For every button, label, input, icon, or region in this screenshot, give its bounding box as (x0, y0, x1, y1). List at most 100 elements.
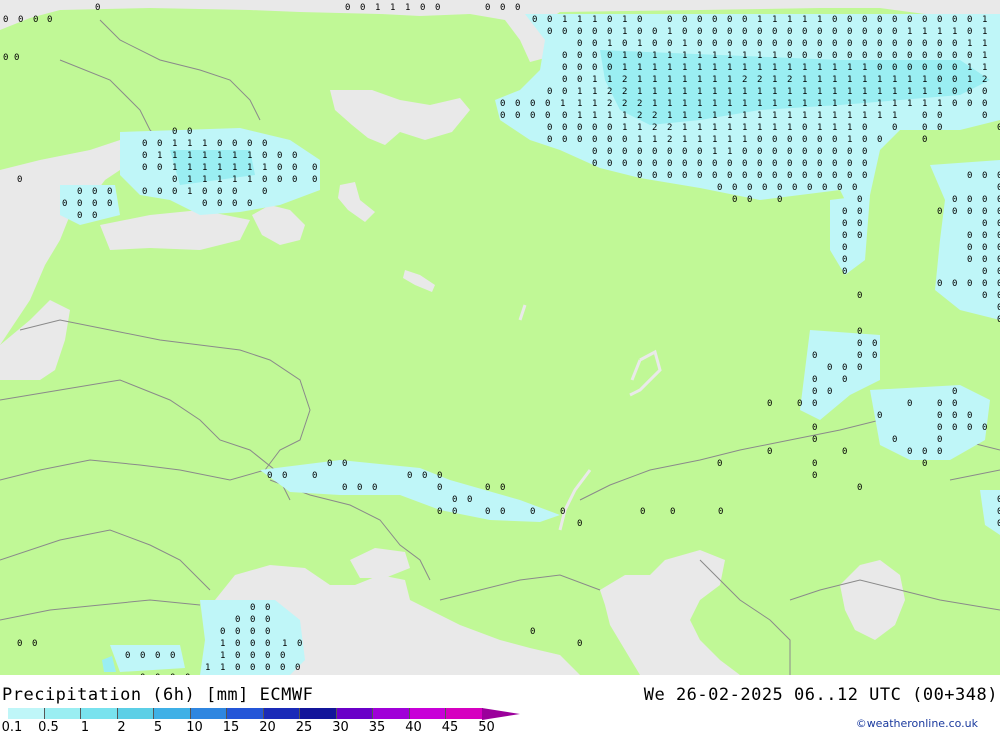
precip-value: 1 (982, 15, 987, 25)
precip-value: 1 (742, 51, 747, 61)
precip-value: 0 (577, 27, 582, 37)
precip-value: 0 (157, 163, 162, 173)
precip-value: 0 (562, 75, 567, 85)
precip-value: 0 (967, 255, 972, 265)
precip-value: 0 (857, 351, 862, 361)
precip-value: 1 (757, 63, 762, 73)
precip-value: 0 (95, 3, 100, 13)
precip-value: 0 (500, 3, 505, 13)
precip-value: 0 (262, 139, 267, 149)
precip-value: 1 (247, 151, 252, 161)
precip-value: 0 (832, 39, 837, 49)
precip-value: 0 (937, 63, 942, 73)
precip-value: 0 (560, 507, 565, 517)
precip-value: 0 (907, 63, 912, 73)
precip-value: 0 (982, 219, 987, 229)
precip-value: 1 (577, 99, 582, 109)
precip-value: 0 (892, 123, 897, 133)
precip-value: 1 (652, 63, 657, 73)
precip-value: 1 (652, 87, 657, 97)
precip-value: 1 (232, 151, 237, 161)
precip-value: 1 (772, 87, 777, 97)
precip-value: 0 (622, 135, 627, 145)
precip-value: 1 (727, 135, 732, 145)
precip-value: 0 (812, 459, 817, 469)
precip-value: 0 (817, 147, 822, 157)
precip-value: 0 (170, 651, 175, 661)
precip-value: 0 (812, 387, 817, 397)
legend-colorbar (8, 708, 483, 719)
precip-value: 0 (982, 195, 987, 205)
precip-value: 0 (500, 507, 505, 517)
precip-value: 0 (757, 171, 762, 181)
precip-value: 0 (787, 135, 792, 145)
precip-value: 0 (952, 195, 957, 205)
precip-value: 0 (922, 39, 927, 49)
precip-value: 0 (877, 63, 882, 73)
precip-value: 1 (637, 87, 642, 97)
precip-value: 0 (142, 163, 147, 173)
precip-value: 1 (862, 63, 867, 73)
precip-value: 1 (727, 51, 732, 61)
precip-value: 0 (312, 471, 317, 481)
precip-value: 0 (787, 27, 792, 37)
precip-value: 0 (922, 447, 927, 457)
precip-value: 1 (652, 75, 657, 85)
legend-swatch (300, 708, 337, 719)
precip-value: 1 (622, 123, 627, 133)
precip-value: 0 (712, 159, 717, 169)
precip-value: 1 (802, 111, 807, 121)
precip-value: 1 (967, 63, 972, 73)
precip-value: 0 (265, 615, 270, 625)
precip-value: 1 (697, 135, 702, 145)
precip-value: 0 (637, 27, 642, 37)
precip-value: 1 (877, 111, 882, 121)
precip-value: 0 (787, 171, 792, 181)
precip-value: 0 (172, 175, 177, 185)
precip-value: 0 (817, 159, 822, 169)
precip-value: 0 (62, 199, 67, 209)
precip-value: 0 (847, 51, 852, 61)
precip-value: 1 (772, 63, 777, 73)
precip-value: 0 (832, 27, 837, 37)
precip-value: 0 (592, 147, 597, 157)
precip-value: 1 (202, 175, 207, 185)
precip-value: 0 (937, 423, 942, 433)
precip-value: 1 (847, 87, 852, 97)
precip-value: 1 (577, 87, 582, 97)
precip-value: 0 (742, 147, 747, 157)
legend-swatch (446, 708, 483, 719)
precip-value: 0 (847, 147, 852, 157)
precip-value: 0 (232, 187, 237, 197)
precip-value: 0 (812, 375, 817, 385)
precip-value: 0 (652, 27, 657, 37)
precip-value: 0 (232, 139, 237, 149)
precip-value: 0 (547, 87, 552, 97)
precip-value: 1 (577, 15, 582, 25)
precip-value: 0 (220, 627, 225, 637)
precip-value: 0 (767, 447, 772, 457)
precip-value: 0 (682, 27, 687, 37)
precip-value: 2 (652, 123, 657, 133)
precip-value: 1 (832, 75, 837, 85)
precip-value: 1 (697, 63, 702, 73)
precip-value: 2 (607, 87, 612, 97)
precip-value: 1 (202, 139, 207, 149)
precip-value: 0 (295, 663, 300, 673)
precip-value: 0 (670, 507, 675, 517)
precip-value: 0 (217, 199, 222, 209)
precip-value: 1 (247, 175, 252, 185)
credit-link[interactable]: ©weatheronline.co.uk (856, 717, 978, 730)
precip-value: 0 (712, 15, 717, 25)
precip-value: 2 (982, 75, 987, 85)
precip-value: 1 (982, 27, 987, 37)
legend-swatch (117, 708, 154, 719)
precip-value: 0 (777, 195, 782, 205)
precip-value: 0 (357, 483, 362, 493)
precip-value: 1 (847, 75, 852, 85)
precip-value: 1 (892, 111, 897, 121)
precip-value: 0 (982, 243, 987, 253)
precip-value: 1 (727, 63, 732, 73)
precip-value: 0 (562, 111, 567, 121)
precip-value: 1 (282, 639, 287, 649)
